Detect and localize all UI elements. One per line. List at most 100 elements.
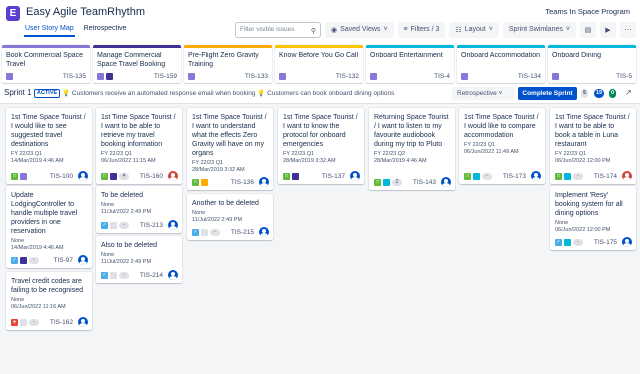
card-date: 28/Mar/2019 3:32 AM [192, 167, 245, 173]
issue-card[interactable]: 1st Time Space Tourist / I want to be ab… [550, 108, 636, 184]
assignee-avatar[interactable] [622, 171, 632, 181]
card-meta: None 06/Jun/2022 11:16 AM [11, 297, 87, 311]
issue-card[interactable]: Implement 'Resy' booking system for all … [550, 186, 636, 250]
estimate-badge: 4 [119, 172, 129, 180]
issue-card[interactable]: 1st Time Space Tourist / I want to be ab… [96, 108, 182, 184]
filters-label: Filters / 3 [410, 26, 440, 33]
complete-sprint-button[interactable]: Complete Sprint [518, 87, 577, 100]
backlog-panel-button[interactable]: ▤ [580, 21, 596, 38]
issue-key[interactable]: TIS-97 [53, 257, 73, 264]
epic-key: TIS-159 [153, 72, 177, 80]
retrospective-select[interactable]: Retrospective ˅ [452, 87, 514, 100]
assignee-avatar[interactable] [531, 171, 541, 181]
assignee-avatar[interactable] [78, 255, 88, 265]
search-input[interactable]: Filter visible issues ⚲ [234, 21, 321, 38]
assignee-avatar[interactable] [259, 227, 269, 237]
tab-user-story-map[interactable]: User Story Map [24, 23, 75, 37]
program-name[interactable]: Teams In Space Program [545, 7, 630, 16]
assignee-avatar[interactable] [78, 317, 88, 327]
issue-card[interactable]: 1st Time Space Tourist / I would like to… [6, 108, 92, 184]
saved-views-button[interactable]: ◉ Saved Views ˅ [324, 21, 394, 38]
story-type-icon: □ [464, 172, 471, 180]
view-tabs: User Story Map Retrospective [24, 23, 127, 37]
issue-card[interactable]: Travel credit codes are failing to be re… [6, 272, 92, 330]
story-type-icon: □ [11, 172, 18, 180]
card-meta: FY 22/23 Q1 06/Jun/2022 12:00 PM [555, 151, 631, 165]
epic-chip [383, 178, 390, 186]
assignee-avatar[interactable] [78, 171, 88, 181]
sprint-name[interactable]: Sprint 1 [4, 88, 32, 97]
filters-button[interactable]: ≡ Filters / 3 [397, 21, 446, 38]
issue-card[interactable]: Also to be deleted None 11/Jul/2022 2:49 P… [96, 236, 182, 283]
issue-card[interactable]: 1st Time Space Tourist / I would like to… [459, 108, 545, 184]
issue-key[interactable]: TIS-213 [140, 222, 163, 229]
epic-chip [201, 228, 208, 236]
issue-key[interactable]: TIS-136 [231, 179, 254, 186]
epic-title: Onboard Dining [552, 52, 602, 59]
card-date: 11/Jul/2022 2:49 PM [101, 209, 152, 215]
card-footer: □ TIS-136 [192, 177, 269, 187]
more-button[interactable]: ⋯ [620, 21, 636, 38]
card-fix-version: None [555, 220, 569, 226]
issue-card[interactable]: To be deleted None 11/Jul/2022 2:49 PM ✓ - TI… [96, 186, 182, 233]
filter-icon: ≡ [403, 26, 408, 33]
issue-key[interactable]: TIS-173 [503, 173, 526, 180]
card-fix-version: None [192, 210, 206, 216]
layout-button[interactable]: ☷ Layout ˅ [449, 21, 499, 38]
card-date: 06/Jun/2022 11:15 AM [101, 158, 156, 164]
issue-key[interactable]: TIS-100 [50, 173, 73, 180]
megaphone-icon: ▶ [605, 26, 611, 34]
tab-retrospective[interactable]: Retrospective [83, 23, 128, 37]
card-title: Update LodgingController to handle multi… [11, 192, 78, 235]
assignee-avatar[interactable] [259, 177, 269, 187]
epic-chip [20, 318, 27, 326]
card-meta: None 06/Jun/2022 12:00 PM [555, 220, 631, 234]
issue-card[interactable]: 1st Time Space Tourist / I want to under… [187, 108, 273, 190]
issue-key[interactable]: TIS-162 [50, 319, 73, 326]
swimlanes-select[interactable]: Sprint Swimlanes ˅ [502, 21, 576, 38]
assignee-avatar[interactable] [622, 237, 632, 247]
issue-key[interactable]: TIS-137 [322, 173, 345, 180]
epic-type-icon [461, 72, 468, 80]
assignee-avatar[interactable] [350, 171, 360, 181]
issue-key[interactable]: TIS-175 [594, 239, 617, 246]
card-fix-version: None [11, 238, 25, 244]
sprint-header: Sprint 1 ACTIVE 💡 Customers receive an a… [0, 86, 640, 102]
issue-card[interactable]: Returning Space Tourist / I want to list… [369, 108, 455, 190]
epic-key: TIS-134 [517, 72, 541, 80]
card-fix-version: FY 22/23 Q1 [101, 151, 133, 157]
epic-card[interactable]: Know Before You Go Call TIS-132 [275, 45, 363, 83]
card-date: 28/Mar/2019 4:46 AM [374, 158, 427, 164]
assignee-avatar[interactable] [168, 270, 178, 280]
issue-key[interactable]: TIS-215 [231, 229, 254, 236]
card-date: 14/Mar/2019 4:46 AM [11, 158, 64, 164]
epic-card[interactable]: Manage Commercial Space Travel Booking T… [93, 45, 181, 83]
epic-type-icon [279, 72, 286, 80]
epic-chip [564, 238, 571, 246]
card-title: Another to be deleted [192, 200, 259, 207]
epic-card[interactable]: Onboard Accommodation TIS-134 [457, 45, 545, 83]
epic-card[interactable]: Onboard Entertainment TIS-4 [366, 45, 454, 83]
assignee-avatar[interactable] [441, 177, 451, 187]
assignee-avatar[interactable] [168, 171, 178, 181]
epic-type-icon [370, 72, 377, 80]
issue-card[interactable]: Update LodgingController to handle multi… [6, 186, 92, 268]
collapse-icon[interactable]: ↗ [625, 88, 632, 97]
epic-type-icon [6, 72, 13, 80]
announce-button[interactable]: ▶ [600, 21, 616, 38]
assignee-avatar[interactable] [168, 220, 178, 230]
issue-key[interactable]: TIS-143 [413, 179, 436, 186]
saved-views-label: Saved Views [340, 26, 381, 33]
estimate-badge: - [119, 221, 129, 229]
issue-key[interactable]: TIS-174 [594, 173, 617, 180]
issue-key[interactable]: TIS-160 [140, 173, 163, 180]
issue-card[interactable]: 1st Time Space Tourist / I want to know … [278, 108, 364, 184]
issue-key[interactable]: TIS-214 [140, 272, 163, 279]
toolbar: Filter visible issues ⚲ ◉ Saved Views ˅ … [234, 21, 636, 38]
epic-card[interactable]: Book Commercial Space Travel TIS-135 [2, 45, 90, 83]
issue-card[interactable]: Another to be deleted None 11/Jul/2022 2:4… [187, 194, 273, 240]
epic-card[interactable]: Onboard Dining TIS-5 [548, 45, 636, 83]
epic-title: Book Commercial Space Travel [6, 52, 84, 68]
card-meta: FY 22/23 Q1 28/Mar/2019 3:32 AM [192, 160, 268, 174]
epic-card[interactable]: Pre-Flight Zero Gravity Training TIS-133 [184, 45, 272, 83]
